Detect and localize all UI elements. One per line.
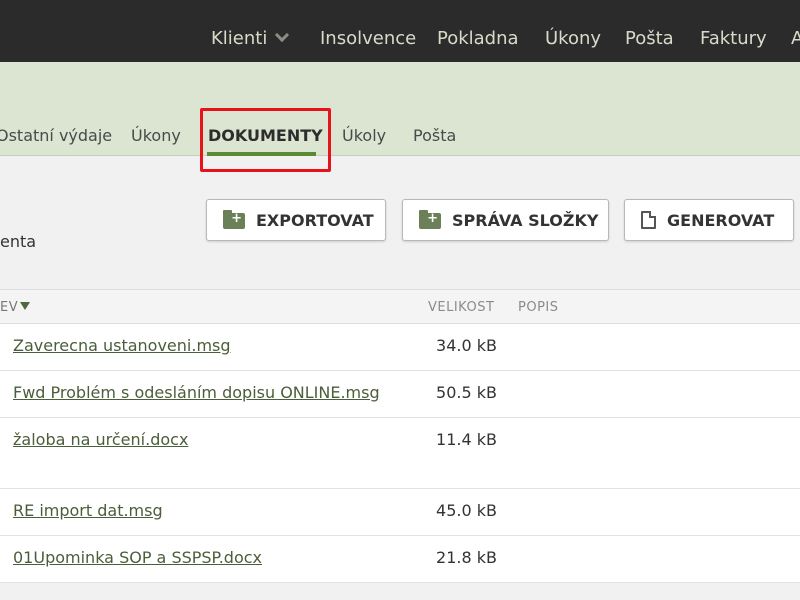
file-size: 21.8 kB bbox=[436, 548, 497, 567]
manage-folder-button-label: SPRÁVA SLOŽKY bbox=[452, 210, 599, 230]
export-button[interactable]: EXPORTOVAT bbox=[206, 199, 386, 241]
file-link[interactable]: RE import dat.msg bbox=[13, 501, 163, 520]
file-link[interactable]: Fwd Problém s odesláním dopisu ONLINE.ms… bbox=[13, 383, 380, 402]
cut-off-label: enta bbox=[0, 232, 37, 251]
file-size: 45.0 kB bbox=[436, 501, 497, 520]
table-row: 01Upominka SOP a SSPSP.docx 21.8 kB bbox=[0, 536, 800, 583]
file-link[interactable]: 01Upominka SOP a SSPSP.docx bbox=[13, 548, 262, 567]
nav-item-ukony[interactable]: Úkony bbox=[545, 28, 601, 49]
nav-label: Klienti bbox=[211, 28, 268, 49]
nav-item-insolvence[interactable]: Insolvence bbox=[320, 28, 416, 49]
sort-desc-icon bbox=[20, 302, 31, 310]
table-row: žaloba na určení.docx 11.4 kB bbox=[0, 418, 800, 489]
file-link[interactable]: žaloba na určení.docx bbox=[13, 430, 188, 449]
highlight-box bbox=[200, 108, 331, 172]
header-description[interactable]: POPIS bbox=[518, 300, 559, 315]
folder-add-icon bbox=[223, 210, 245, 229]
documents-table: EV VELIKOST POPIS Zaverecna ustanoveni.m… bbox=[0, 289, 800, 583]
sub-nav bbox=[0, 62, 800, 156]
top-nav: Klienti Insolvence Pokladna Úkony Pošta … bbox=[0, 0, 800, 62]
tab-ukoly[interactable]: Úkoly bbox=[342, 126, 386, 145]
document-icon bbox=[641, 211, 656, 229]
nav-item-klienti[interactable]: Klienti bbox=[211, 27, 290, 49]
tab-ostatni-vydaje[interactable]: Ostatní výdaje bbox=[0, 126, 112, 145]
file-size: 50.5 kB bbox=[436, 383, 497, 402]
export-button-label: EXPORTOVAT bbox=[256, 210, 374, 230]
file-link[interactable]: Zaverecna ustanoveni.msg bbox=[13, 336, 231, 355]
table-row: Fwd Problém s odesláním dopisu ONLINE.ms… bbox=[0, 371, 800, 418]
generate-button[interactable]: GENEROVAT bbox=[624, 199, 794, 241]
nav-item-faktury[interactable]: Faktury bbox=[700, 28, 767, 49]
file-size: 11.4 kB bbox=[436, 430, 497, 449]
tab-ukony[interactable]: Úkony bbox=[131, 126, 181, 145]
header-name[interactable]: EV bbox=[0, 300, 31, 315]
file-size: 34.0 kB bbox=[436, 336, 497, 355]
table-header: EV VELIKOST POPIS bbox=[0, 289, 800, 324]
tab-posta[interactable]: Pošta bbox=[413, 126, 456, 145]
header-name-label: EV bbox=[0, 300, 19, 315]
nav-item-pokladna[interactable]: Pokladna bbox=[437, 28, 519, 49]
nav-item-posta[interactable]: Pošta bbox=[625, 28, 674, 49]
manage-folder-button[interactable]: SPRÁVA SLOŽKY bbox=[402, 199, 609, 241]
generate-button-label: GENEROVAT bbox=[667, 210, 775, 230]
chevron-down-icon bbox=[275, 27, 290, 43]
table-row: Zaverecna ustanoveni.msg 34.0 kB bbox=[0, 324, 800, 371]
header-size[interactable]: VELIKOST bbox=[428, 300, 494, 315]
folder-add-icon bbox=[419, 210, 441, 229]
table-row: RE import dat.msg 45.0 kB bbox=[0, 489, 800, 536]
nav-item-cut-off[interactable]: A bbox=[791, 28, 800, 49]
